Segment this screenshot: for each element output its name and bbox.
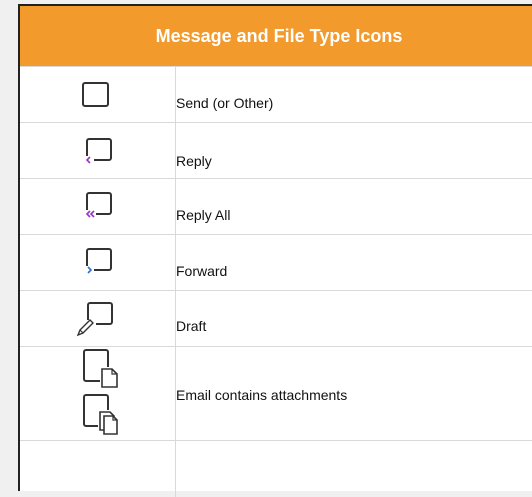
row-label-send: Send (or Other) bbox=[176, 95, 274, 111]
row-label-forward: Forward bbox=[176, 263, 228, 279]
table-row: Forward bbox=[20, 235, 532, 291]
row-label-reply: Reply bbox=[176, 153, 212, 169]
row-label-attachments: Email contains attachments bbox=[176, 387, 348, 403]
message-reply-icon bbox=[84, 138, 114, 168]
message-draft-icon bbox=[74, 302, 114, 338]
table-row: Reply All bbox=[20, 179, 532, 235]
icon-legend-table: Message and File Type Icons Send (or Oth… bbox=[18, 4, 532, 497]
table-row: Draft bbox=[20, 291, 532, 347]
table-row: Reply bbox=[20, 123, 532, 179]
table-row-empty bbox=[20, 441, 532, 493]
message-attachment-icon bbox=[82, 349, 122, 389]
message-forward-icon bbox=[84, 248, 114, 278]
table-row: Send (or Other) bbox=[20, 67, 532, 123]
table-row: Email contains attachments bbox=[20, 347, 532, 441]
row-label-reply-all: Reply All bbox=[176, 207, 231, 223]
table-title: Message and File Type Icons bbox=[155, 25, 403, 46]
table-header: Message and File Type Icons bbox=[20, 6, 532, 67]
message-send-icon bbox=[82, 82, 110, 108]
message-reply-all-icon bbox=[84, 192, 114, 222]
message-multiple-attachments-icon bbox=[82, 394, 124, 436]
row-label-draft: Draft bbox=[176, 318, 207, 334]
